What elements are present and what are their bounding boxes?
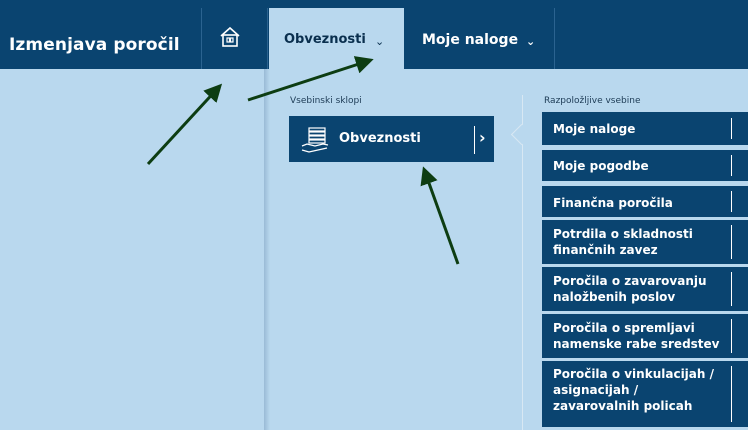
annotation-arrow xyxy=(247,56,374,102)
annotation-arrow xyxy=(146,83,223,166)
annotation-arrows xyxy=(146,56,460,265)
annotation-arrow xyxy=(420,166,460,265)
